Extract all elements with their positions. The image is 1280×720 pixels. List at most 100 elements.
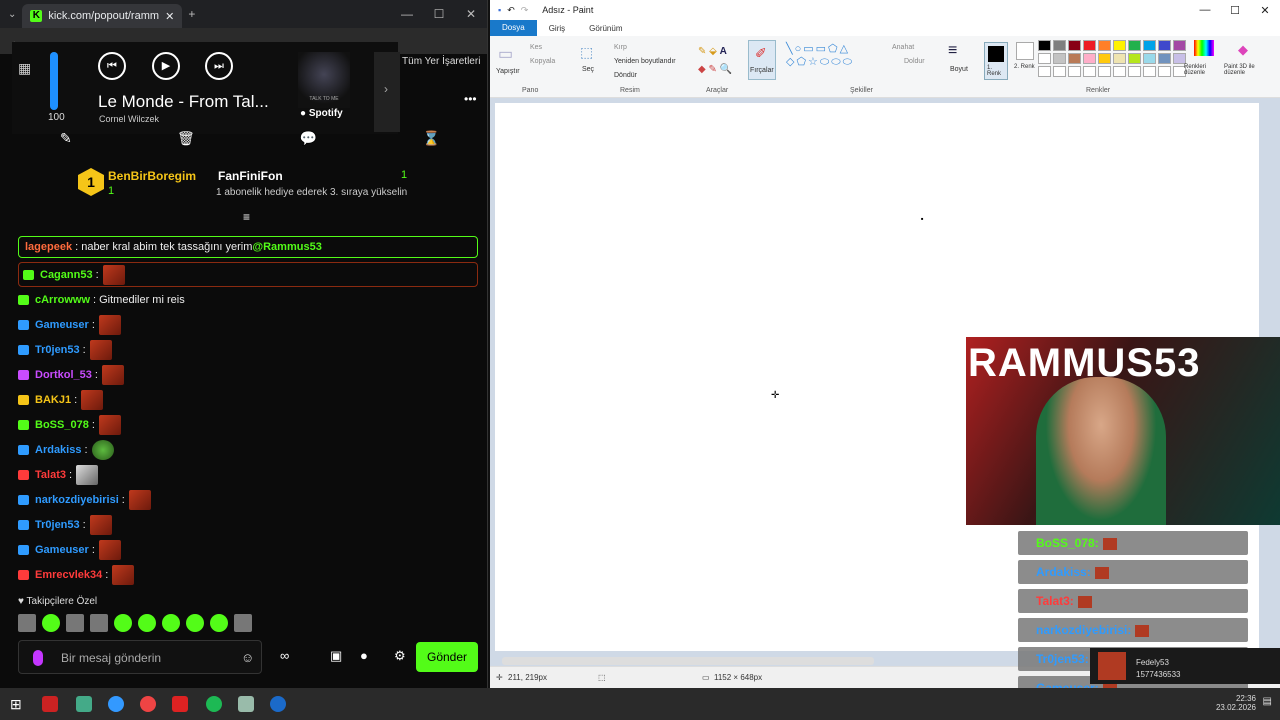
palette-empty-swatch[interactable] [1083,66,1096,77]
chat-icon[interactable]: ● [360,648,368,663]
chevron-right-icon[interactable]: › [384,82,388,96]
palette-swatch[interactable] [1128,53,1141,64]
minimize-icon[interactable]: — [391,7,423,21]
palette-swatch[interactable] [1173,53,1186,64]
chat-mention[interactable]: @Rammus53 [252,241,321,253]
palette-swatch[interactable] [1128,40,1141,51]
copy-button[interactable]: Kopyala [530,58,555,65]
volume-slider[interactable] [50,52,58,110]
chat-username[interactable]: Emrecvlek34 [35,569,102,581]
maximize-icon[interactable]: ☐ [423,7,455,21]
paint3d-icon[interactable]: ◆ [1238,42,1248,58]
color2-selector[interactable] [1016,42,1034,60]
chat-username[interactable]: Dortkol_53 [35,369,92,381]
palette-swatch[interactable] [1158,53,1171,64]
brushes-button[interactable]: ✐ Fırçalar [748,40,776,80]
menu-view[interactable]: Görünüm [577,24,634,33]
palette-empty-swatch[interactable] [1113,66,1126,77]
emote-6[interactable] [138,614,156,632]
bookmarks-bar[interactable]: ▭ Tüm Yer İşaretleri [390,56,480,67]
grid-icon[interactable]: ▦ [18,60,31,77]
notification-center-icon[interactable]: ▤ [1263,696,1272,707]
hourglass-icon[interactable]: ⌛ [423,130,440,147]
paint3d-button[interactable]: Paint 3D ile düzenle [1224,64,1264,76]
size-button[interactable]: Boyut [950,66,968,73]
tab-close-icon[interactable]: ✕ [165,10,174,23]
app-youtube-icon[interactable] [172,696,188,712]
paint-minimize-icon[interactable]: — [1190,4,1220,17]
trash-icon[interactable]: 🗑 [177,130,195,147]
system-clock[interactable]: 22:36 23.02.2026 [1216,694,1256,712]
app-chrome-icon[interactable] [140,696,156,712]
horizontal-scrollbar[interactable] [502,657,874,665]
undo-icon[interactable]: ↶ [507,5,515,16]
emote-8[interactable] [186,614,204,632]
fill-button[interactable]: Doldur [904,58,925,65]
chat-username[interactable]: Tr0jen53 [35,344,80,356]
palette-swatch[interactable] [1068,53,1081,64]
app-paint-icon[interactable] [238,696,254,712]
palette-swatch[interactable] [1098,40,1111,51]
gift-icon[interactable]: ▣ [330,648,342,664]
select-button[interactable]: Seç [582,66,594,73]
app-spotify-icon[interactable] [206,696,222,712]
app-obs-icon[interactable] [76,696,92,712]
palette-empty-swatch[interactable] [1038,66,1051,77]
send-button[interactable]: Gönder [416,642,478,672]
palette-swatch[interactable] [1053,53,1066,64]
emote-5[interactable] [114,614,132,632]
palette-swatch[interactable] [1158,40,1171,51]
pin-icon[interactable]: ✎ [60,130,72,147]
emote-1[interactable] [18,614,36,632]
gifter-name[interactable]: FanFiniFon [218,169,283,183]
emote-2[interactable] [42,614,60,632]
palette-swatch[interactable] [1053,40,1066,51]
new-tab-icon[interactable]: + [188,7,195,21]
palette-swatch[interactable] [1098,53,1111,64]
chat-username[interactable]: Tr0jen53 [35,519,80,531]
paint-maximize-icon[interactable]: ☐ [1220,4,1250,17]
app-voicemeeter-icon[interactable] [42,696,58,712]
color1-selector[interactable]: 1. Renk [984,42,1008,80]
select-icon[interactable]: ⬚ [580,44,593,61]
message-input[interactable]: Bir mesaj gönderin ☺ [18,640,262,674]
resize-button[interactable]: Yeniden boyutlandır [614,58,676,65]
tab-search-icon[interactable]: ⌄ [8,9,16,20]
outline-button[interactable]: Anahat [892,44,914,51]
chat-bubble-icon[interactable]: 💬 [300,130,317,147]
redo-icon[interactable]: ↷ [521,5,529,16]
more-icon[interactable]: ••• [464,92,477,106]
chat-username[interactable]: narkozdiyebirisi [35,494,119,506]
infinity-icon[interactable]: ∞ [280,648,289,663]
menu-file[interactable]: Dosya [490,20,537,36]
palette-swatch[interactable] [1143,40,1156,51]
previous-button[interactable]: ⏮ [98,52,126,80]
crop-button[interactable]: Kırp [614,44,627,51]
palette-swatch[interactable] [1083,53,1096,64]
palette-swatch[interactable] [1038,40,1051,51]
palette-swatch[interactable] [1113,53,1126,64]
chat-username[interactable]: cArrowww [35,294,90,306]
settings-icon[interactable]: ⚙ [394,648,406,664]
palette-empty-swatch[interactable] [1098,66,1111,77]
palette-empty-swatch[interactable] [1158,66,1171,77]
emote-3[interactable] [66,614,84,632]
collapse-icon[interactable]: ≡ [243,210,250,224]
chat-username[interactable]: lagepeek [25,241,72,253]
save-icon[interactable]: ▪ [498,5,501,15]
pencil-icon[interactable]: ✎ ⬙ A [698,46,727,57]
menu-home[interactable]: Giriş [537,24,577,33]
next-button[interactable]: ⏭ [205,52,233,80]
shapes-gallery[interactable]: ╲○▭▭⬠△ ◇⬠☆⬭⬭⬭ [786,42,854,69]
emote-10[interactable] [234,614,252,632]
palette-empty-swatch[interactable] [1068,66,1081,77]
palette-empty-swatch[interactable] [1128,66,1141,77]
cut-button[interactable]: Kes [530,44,542,51]
chat-username[interactable]: Talat3 [35,469,66,481]
palette-swatch[interactable] [1143,53,1156,64]
browser-tab[interactable]: K kick.com/popout/rammus53/c ✕ [22,4,183,28]
close-icon[interactable]: ✕ [455,7,487,21]
palette-empty-swatch[interactable] [1143,66,1156,77]
emoji-icon[interactable]: ☺ [241,650,254,665]
palette-empty-swatch[interactable] [1053,66,1066,77]
